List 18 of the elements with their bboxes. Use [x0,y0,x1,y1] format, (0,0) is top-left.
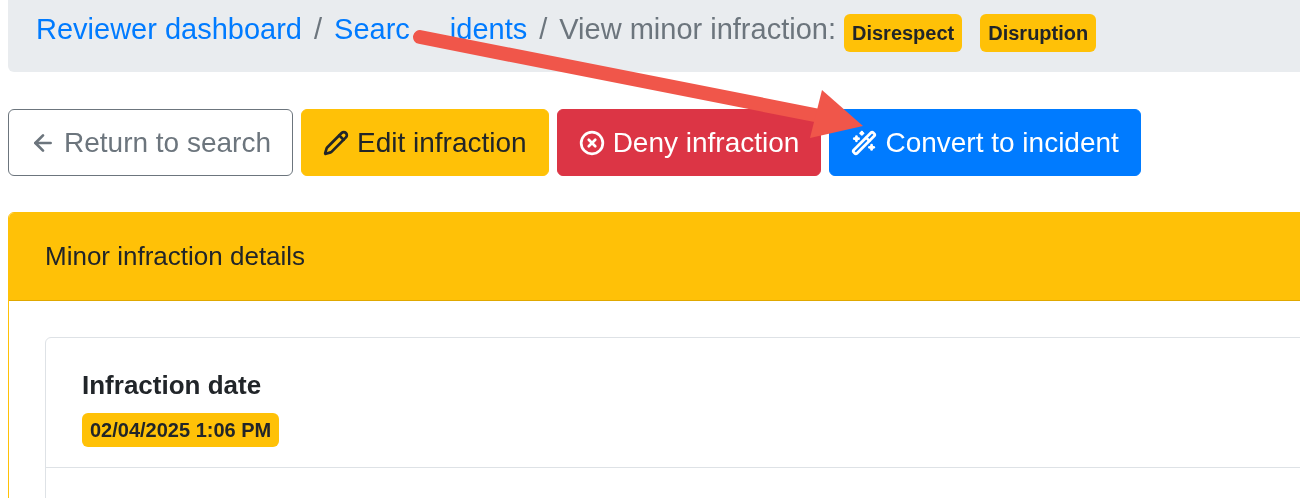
action-button[interactable]: Convert to incident [829,109,1141,176]
card-header: Minor infraction details [9,213,1300,301]
action-button[interactable]: Deny infraction [556,109,822,176]
field-label: Infraction date [82,369,262,402]
tag-badge: Disruption [980,14,1097,52]
action-button[interactable]: Edit infraction [301,109,549,176]
breadcrumb-link[interactable]: idents [449,12,528,46]
magic-wand-icon [851,129,878,156]
action-button[interactable]: Return to search [8,109,293,176]
close-circle-icon [578,129,605,156]
breadcrumb-link[interactable]: Searc [334,12,410,46]
date-badge: 02/04/2025 1:06 PM [82,413,280,447]
breadcrumb-separator: / [314,12,323,46]
pencil-icon [323,129,349,156]
breadcrumb-current: View minor infraction: [559,12,836,46]
breadcrumb-link[interactable]: Reviewer dashboard [36,12,302,46]
breadcrumb-separator: / [539,12,548,46]
tag-badge: Disrespect [843,14,963,52]
